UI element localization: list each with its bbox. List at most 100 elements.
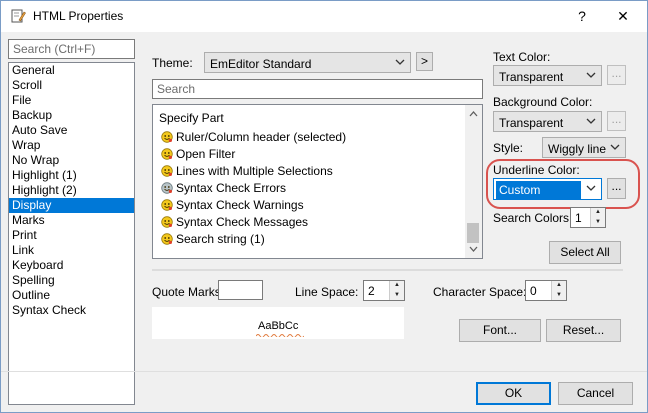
cancel-button[interactable]: Cancel (558, 382, 633, 405)
line-space-value: 2 (368, 284, 375, 298)
spin-down-icon[interactable]: ▼ (551, 290, 566, 300)
category-item[interactable]: Print (9, 228, 134, 243)
spin-up-icon[interactable]: ▲ (389, 281, 404, 291)
window-title: HTML Properties (33, 9, 124, 23)
chevron-down-icon (586, 72, 596, 78)
footer-divider (1, 371, 647, 372)
text-color-select[interactable]: Transparent (493, 65, 602, 86)
category-item[interactable]: Outline (9, 288, 134, 303)
style-value: Wiggly line (548, 142, 607, 156)
search-colors-label: Search Colors: (493, 211, 573, 225)
chevron-down-icon (610, 144, 620, 150)
line-space-label: Line Space: (295, 285, 359, 299)
scroll-thumb[interactable] (467, 223, 479, 243)
part-search-input[interactable]: Search (152, 79, 483, 99)
smiley-face-icon (161, 165, 173, 177)
underline-color-more-button[interactable]: ... (607, 178, 626, 199)
line-space-spinner[interactable]: 2 ▲ ▼ (363, 280, 405, 301)
category-search-placeholder: Search (Ctrl+F) (13, 42, 96, 56)
ok-button[interactable]: OK (476, 382, 551, 405)
category-search-input[interactable]: Search (Ctrl+F) (8, 39, 135, 59)
theme-select[interactable]: EmEditor Standard (204, 52, 411, 73)
underline-color-value: Custom (496, 181, 581, 199)
search-colors-value: 1 (575, 211, 582, 225)
category-item[interactable]: Backup (9, 108, 134, 123)
character-space-label: Character Space: (433, 285, 527, 299)
theme-label: Theme: (152, 56, 193, 70)
chevron-down-icon (586, 185, 596, 191)
text-color-more-button[interactable]: ... (607, 65, 626, 85)
style-label: Style: (493, 141, 524, 155)
category-item[interactable]: Spelling (9, 273, 134, 288)
spin-up-icon[interactable]: ▲ (551, 281, 566, 291)
background-color-label: Background Color: (493, 95, 593, 109)
smiley-face-icon (161, 199, 173, 211)
part-item[interactable]: Lines with Multiple Selections (161, 163, 333, 180)
font-preview: AaBbCc (152, 307, 404, 339)
background-color-select[interactable]: Transparent (493, 111, 602, 132)
part-list[interactable]: Specify Part Ruler/Column header (select… (152, 104, 483, 259)
category-list[interactable]: General Scroll File Backup Auto Save Wrap No W… (8, 62, 135, 405)
font-button[interactable]: Font... (459, 319, 541, 342)
theme-more-button[interactable]: > (416, 52, 433, 71)
category-item[interactable]: Display (9, 198, 134, 213)
part-list-header: Specify Part (159, 111, 224, 125)
underline-color-select[interactable]: Custom (493, 178, 602, 200)
part-item[interactable]: Open Filter (161, 146, 235, 163)
search-colors-spinner[interactable]: 1 ▲ ▼ (570, 207, 606, 228)
part-item[interactable]: Syntax Check Errors (161, 180, 286, 197)
part-item[interactable]: Ruler/Column header (selected) (161, 129, 346, 146)
reset-button[interactable]: Reset... (546, 319, 621, 342)
html-properties-dialog: HTML Properties ? ✕ Search (Ctrl+F) Gene… (0, 0, 648, 413)
spin-down-icon[interactable]: ▼ (590, 217, 605, 227)
text-color-label: Text Color: (493, 50, 551, 64)
category-item[interactable]: Scroll (9, 78, 134, 93)
underline-color-label: Underline Color: (493, 163, 580, 177)
category-item[interactable]: Marks (9, 213, 134, 228)
close-button[interactable]: ✕ (608, 5, 638, 27)
theme-value: EmEditor Standard (210, 57, 312, 71)
select-all-button[interactable]: Select All (549, 241, 621, 264)
preview-text: AaBbCc (258, 320, 299, 332)
background-color-more-button[interactable]: ... (607, 111, 626, 131)
style-select[interactable]: Wiggly line (542, 137, 626, 158)
smiley-face-icon (161, 148, 173, 160)
part-item-label: Open Filter (176, 147, 236, 161)
quote-marks-label: Quote Marks: (152, 285, 225, 299)
scroll-down-icon[interactable] (469, 246, 478, 252)
spin-up-icon[interactable]: ▲ (590, 208, 605, 218)
part-item-label: Syntax Check Errors (176, 181, 287, 195)
spin-down-icon[interactable]: ▼ (389, 290, 404, 300)
smiley-face-icon (161, 216, 173, 228)
part-item[interactable]: Syntax Check Warnings (161, 197, 304, 214)
category-item[interactable]: File (9, 93, 134, 108)
part-item-label: Syntax Check Messages (176, 215, 309, 229)
part-item-label: Lines with Multiple Selections (176, 164, 333, 178)
part-item-label: Syntax Check Warnings (176, 198, 304, 212)
category-item[interactable]: Wrap (9, 138, 134, 153)
part-item-label: Ruler/Column header (selected) (176, 130, 347, 144)
character-space-spinner[interactable]: 0 ▲ ▼ (525, 280, 567, 301)
character-space-value: 0 (530, 284, 537, 298)
edit-document-icon (11, 9, 26, 23)
scroll-up-icon[interactable] (469, 111, 478, 117)
options-divider (152, 269, 623, 271)
category-item[interactable]: Link (9, 243, 134, 258)
part-list-scrollbar[interactable] (465, 105, 482, 258)
help-button[interactable]: ? (567, 5, 597, 27)
category-item[interactable]: Syntax Check (9, 303, 134, 318)
category-item[interactable]: Auto Save (9, 123, 134, 138)
category-item[interactable]: Keyboard (9, 258, 134, 273)
background-color-value: Transparent (499, 116, 564, 130)
category-item[interactable]: Highlight (1) (9, 168, 134, 183)
chevron-down-icon (395, 59, 405, 65)
wiggly-underline (256, 334, 304, 337)
smiley-face-icon (161, 182, 173, 194)
category-item[interactable]: Highlight (2) (9, 183, 134, 198)
quote-marks-input[interactable] (218, 280, 263, 300)
part-item[interactable]: Search string (1) (161, 231, 265, 248)
category-item[interactable]: No Wrap (9, 153, 134, 168)
category-item[interactable]: General (9, 63, 134, 78)
part-search-placeholder: Search (157, 82, 196, 96)
part-item[interactable]: Syntax Check Messages (161, 214, 308, 231)
